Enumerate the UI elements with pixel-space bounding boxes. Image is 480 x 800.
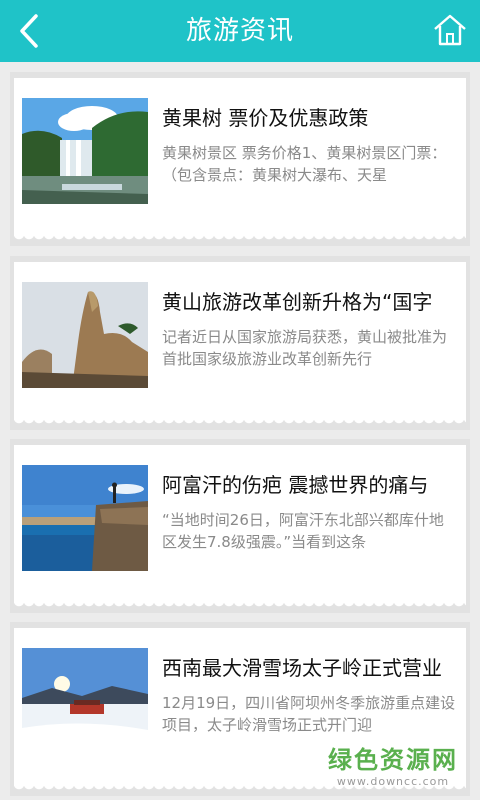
article-card[interactable]: 黄果树 票价及优惠政策 黄果树景区 票务价格1、黄果树景区门票：（包含景点：黄果… — [14, 78, 466, 244]
article-title: 阿富汗的伤疤 震撼世界的痛与 — [162, 473, 429, 497]
article-summary: 黄果树景区 票务价格1、黄果树景区门票：（包含景点：黄果树大瀑布、天星 — [162, 144, 447, 184]
article-title: 黄山旅游改革创新升格为“国字 — [162, 290, 433, 314]
article-summary: 12月19日，四川省阿坝州冬季旅游重点建设项目，太子岭滑雪场正式开门迎 — [162, 694, 456, 734]
watermark-logo-text: 绿色资源网 — [328, 746, 458, 774]
home-button[interactable] — [432, 12, 468, 48]
article-thumbnail-ski-resort — [22, 648, 148, 754]
article-thumbnail-mountain-peak — [22, 282, 148, 388]
top-bar: 旅游资讯 — [0, 0, 480, 62]
watermark-url: www.downcc.com — [336, 775, 450, 788]
watermark: 绿色资源网 www.downcc.com — [328, 740, 458, 788]
article-thumbnail-cliff-lake — [22, 465, 148, 571]
page-title: 旅游资讯 — [185, 16, 294, 46]
article-title: 西南最大滑雪场太子岭正式营业 — [162, 656, 442, 680]
article-thumbnail-waterfall — [22, 98, 148, 204]
article-card[interactable]: 阿富汗的伤疤 震撼世界的痛与 “当地时间26日，阿富汗东北部兴都库什地区发生7.… — [14, 445, 466, 611]
article-card[interactable]: 黄山旅游改革创新升格为“国字 记者近日从国家旅游局获悉，黄山被批准为首批国家级旅… — [14, 262, 466, 428]
article-title: 黄果树 票价及优惠政策 — [162, 106, 369, 130]
home-icon — [434, 14, 466, 46]
article-summary: 记者近日从国家旅游局获悉，黄山被批准为首批国家级旅游业改革创新先行 — [162, 328, 448, 368]
article-summary: “当地时间26日，阿富汗东北部兴都库什地区发生7.8级强震。”当看到这条 — [162, 511, 444, 551]
